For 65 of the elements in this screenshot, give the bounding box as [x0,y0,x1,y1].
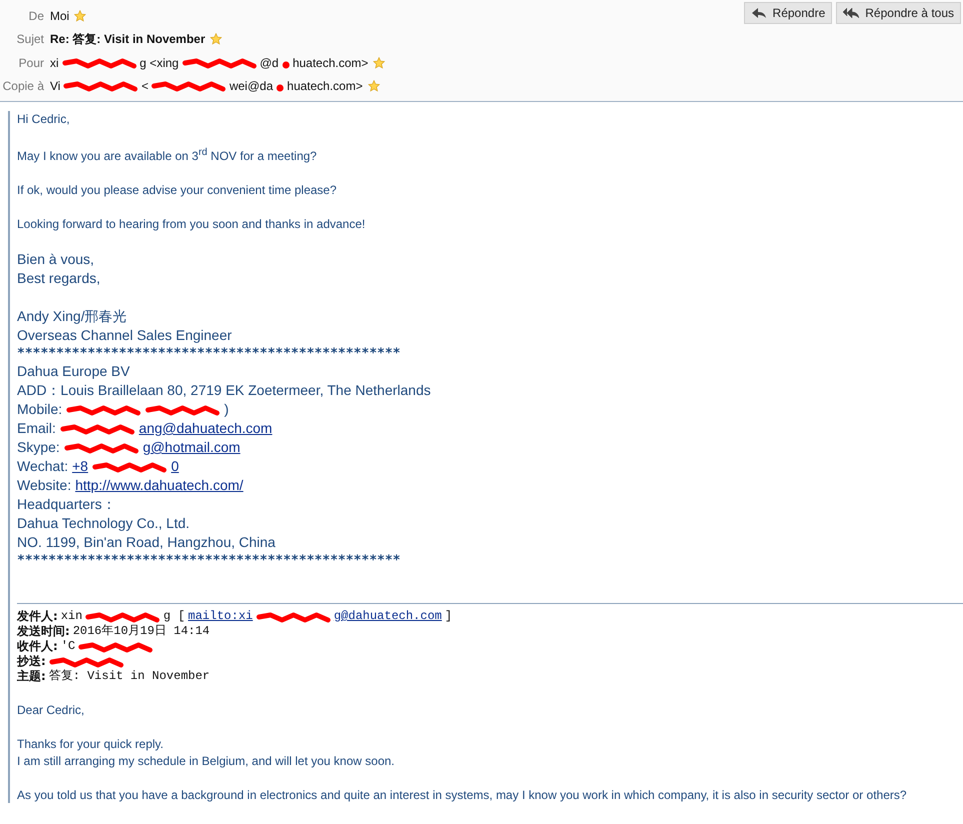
body-text: If ok, would you please advise your convenient time please? [17,182,337,198]
field-value: Vi [50,79,60,94]
field-value: < [141,79,148,94]
field-value: @d [260,56,279,70]
field-value: Re: 答复: Visit in November [50,30,206,48]
link[interactable]: ang@dahuatech.com [138,419,272,438]
header-value: 'C [60,639,76,654]
link[interactable]: g@dahuatech.com [334,609,442,624]
body-text: Bien à vous, [17,250,94,269]
reply-icon [750,7,767,19]
star-icon[interactable] [368,80,380,92]
separator-stars: ************************************************* [17,552,401,569]
separator-stars: ************************************************* [17,345,401,362]
reply-all-icon [843,7,860,19]
link[interactable]: mailto:xi [188,609,253,624]
body-text: Dahua Technology Co., Ltd. [17,514,190,533]
field-label: Pour [18,56,45,70]
body-text: Looking forward to hearing from you soon and thanks in advance! [17,216,366,232]
body-text: Best regards, [17,269,100,288]
body-text: As you told us that you have a background in electronics and quite an interest in systems, may I know you work in which company, it is also in security sector or others? [17,787,907,803]
header-label: 发送时间: [17,624,70,639]
star-icon[interactable] [210,33,222,46]
header-value: g [ [163,609,186,624]
field-value: huatech.com> [287,79,363,94]
body-text: Website: [17,476,72,495]
body-text: Dear Cedric, [17,702,84,718]
field-label: De [28,8,45,23]
header-label: 发件人: [17,609,58,624]
header-value: 答复: Visit in November [48,669,210,684]
header-value: 2016年10月19日 14:14 [72,624,210,639]
body-text: Email: [17,419,56,438]
field-label: Copie à [2,79,45,94]
star-icon[interactable] [74,10,86,22]
header-value: xin [60,609,82,624]
field-value: huatech.com> [292,56,368,70]
link[interactable]: http://www.dahuatech.com/ [75,476,244,495]
body-text: Wechat: [17,457,68,476]
star-icon[interactable] [373,56,386,69]
body-text: Dahua Europe BV [17,362,130,381]
header-label: 主题: [17,669,46,684]
body-text: NO. 1199, Bin'an Road, Hangzhou, China [17,533,276,552]
field-value: Moi [50,8,70,23]
field-value: g <xing [140,56,179,70]
link[interactable]: g@hotmail.com [142,438,240,457]
field-value: wei@da [229,79,274,94]
field-label: Sujet [16,32,45,46]
link[interactable]: +8 [72,457,88,476]
header-value: ] [444,609,452,624]
header-label: 收件人: [17,639,58,654]
body-text: I am still arranging my schedule in Belgium, and will let you know soon. [17,753,395,769]
body-text: ) [224,400,229,419]
reply-all-button[interactable]: Répondre à tous [836,2,961,24]
body-text: Mobile: [17,400,62,419]
body-text: ADD：Louis Braillelaan 80, 2719 EK Zoetermeer, The Netherlands [17,381,431,400]
body-text: Andy Xing/邢春光 [17,307,127,326]
field-value: xi [50,56,59,70]
reply-button[interactable]: Répondre [744,2,832,24]
body-text: Skype: [17,438,60,457]
header-label: 抄送: [17,654,46,669]
body-text: Headquarters： [17,495,116,514]
body-text: May I know you are available on 3$^{rd}$ NOV for a meeting? [17,146,317,164]
link[interactable]: 0 [171,457,179,476]
body-text: Thanks for your quick reply. [17,736,164,753]
body-text: Overseas Channel Sales Engineer [17,326,232,345]
body-text: Hi Cedric, [17,111,70,127]
